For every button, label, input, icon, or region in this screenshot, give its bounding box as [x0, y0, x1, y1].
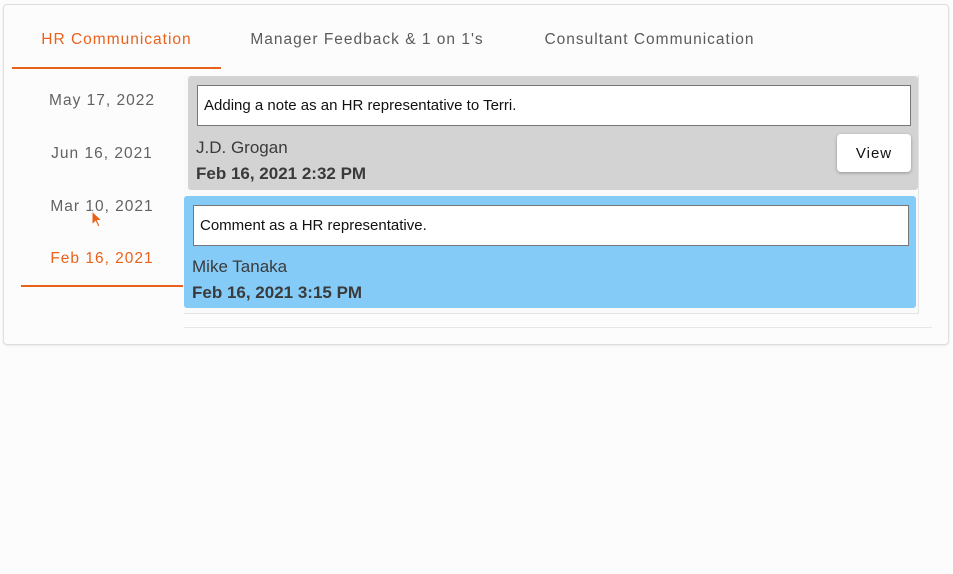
note-text-field[interactable]: Adding a note as an HR representative to…	[197, 85, 911, 126]
note-text-field[interactable]: Comment as a HR representative.	[193, 205, 909, 246]
date-item[interactable]: Jun 16, 2021	[21, 128, 183, 180]
date-item-selected[interactable]: Feb 16, 2021	[21, 233, 183, 287]
divider	[184, 327, 932, 328]
tab-consultant-communication[interactable]: Consultant Communication	[539, 5, 760, 67]
note-timestamp: Feb 16, 2021 3:15 PM	[192, 283, 363, 302]
tab-manager-feedback[interactable]: Manager Feedback & 1 on 1's	[248, 5, 486, 67]
note-timestamp: Feb 16, 2021 2:32 PM	[196, 164, 367, 183]
tab-hr-communication[interactable]: HR Communication	[12, 5, 221, 69]
note-author: Mike Tanaka	[192, 257, 288, 276]
note-author: J.D. Grogan	[196, 138, 288, 157]
mouse-pointer-icon	[91, 210, 104, 228]
note-card: Comment as a HR representative. Mike Tan…	[184, 196, 916, 308]
communication-card: HR Communication Manager Feedback & 1 on…	[3, 4, 949, 345]
view-button[interactable]: View	[837, 134, 911, 172]
note-card: Adding a note as an HR representative to…	[188, 76, 918, 190]
date-item[interactable]: May 17, 2022	[21, 75, 183, 127]
